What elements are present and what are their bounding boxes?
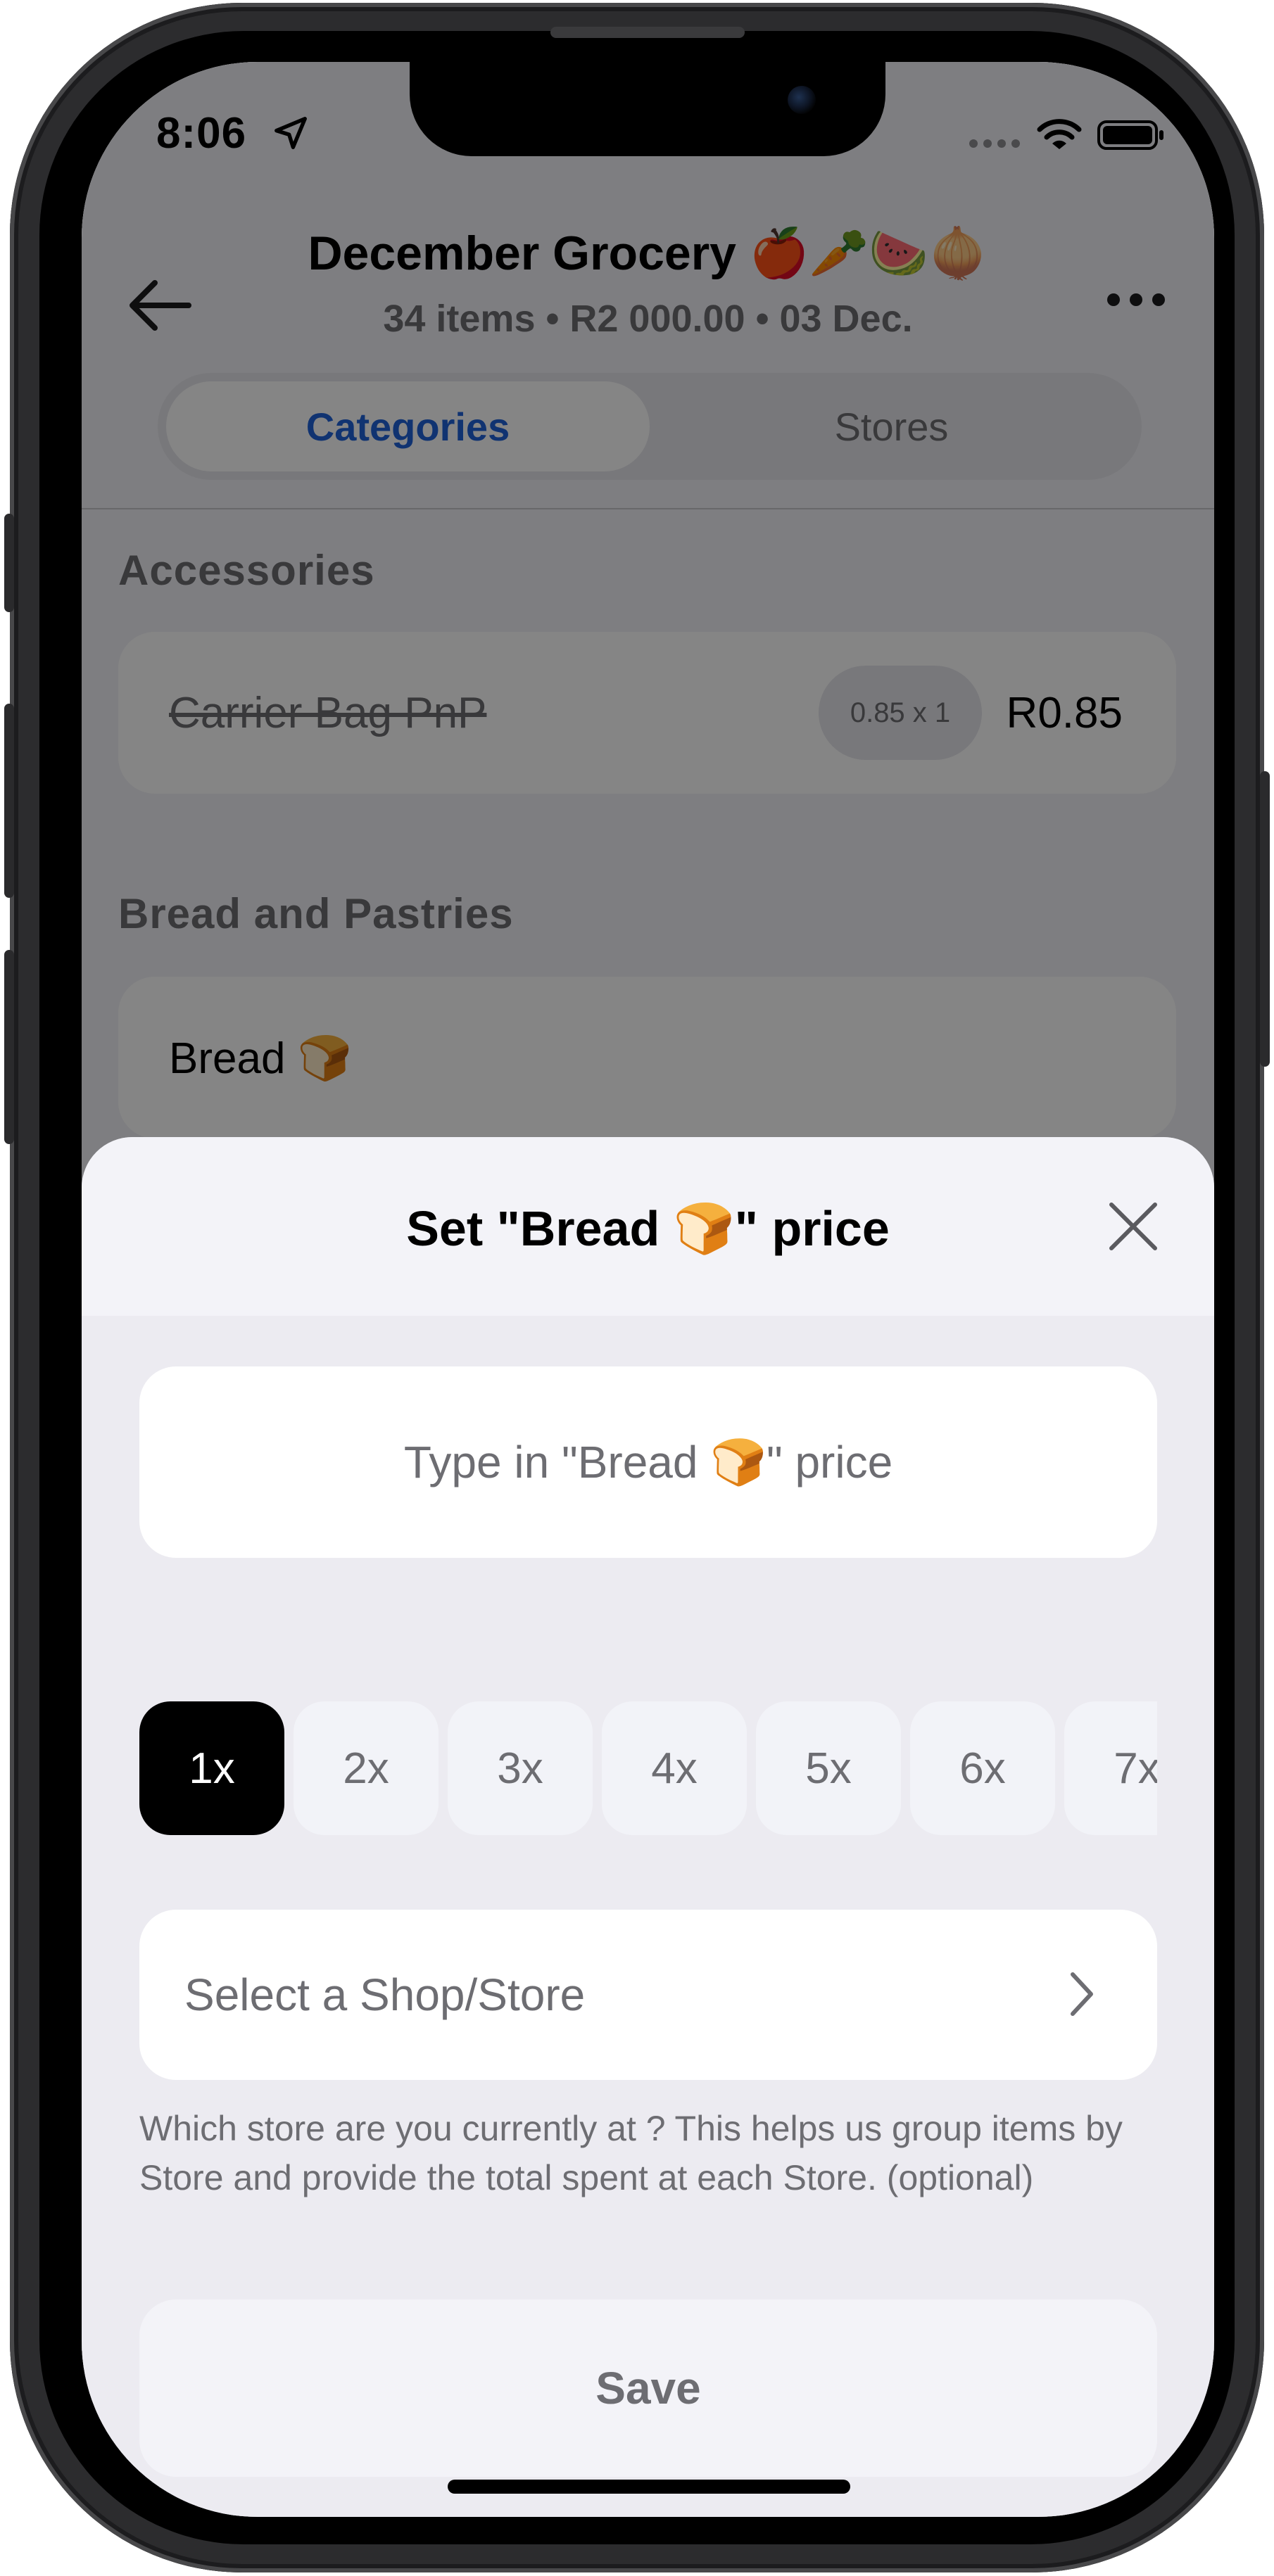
earpiece-speaker [550,27,745,38]
set-price-sheet: Set "Bread 🍞" price 1x 2x 3x 4x 5x 6x 7x… [82,1137,1214,2517]
multiplier-1x[interactable]: 1x [139,1701,284,1835]
action-button [4,514,14,612]
screen: 8:06 December Grocery 🍎🥕🍉🧅 34 items • R2… [82,62,1214,2517]
store-help-text: Which store are you currently at ? This … [139,2109,1123,2197]
sheet-header: Set "Bread 🍞" price [82,1137,1214,1316]
multiplier-selector: 1x 2x 3x 4x 5x 6x 7x [139,1701,1157,1835]
multiplier-2x[interactable]: 2x [294,1701,439,1835]
price-input[interactable] [139,1366,1157,1558]
store-select-label: Select a Shop/Store [184,1969,586,2020]
phone-frame: 8:06 December Grocery 🍎🥕🍉🧅 34 items • R2… [4,3,1270,2572]
close-x-icon[interactable] [1107,1200,1159,1252]
chevron-right-icon [1071,1972,1093,2016]
store-select-field[interactable]: Select a Shop/Store [139,1910,1157,2080]
power-button [1260,771,1270,1067]
save-button[interactable]: Save [139,2299,1157,2477]
volume-up-button [4,704,14,898]
multiplier-3x[interactable]: 3x [448,1701,593,1835]
volume-down-button [4,950,14,1144]
multiplier-6x[interactable]: 6x [910,1701,1055,1835]
home-indicator[interactable] [448,2480,850,2494]
multiplier-7x[interactable]: 7x [1064,1701,1157,1835]
multiplier-5x[interactable]: 5x [756,1701,901,1835]
sheet-title: Set "Bread 🍞" price [406,1201,890,1256]
multiplier-4x[interactable]: 4x [602,1701,747,1835]
